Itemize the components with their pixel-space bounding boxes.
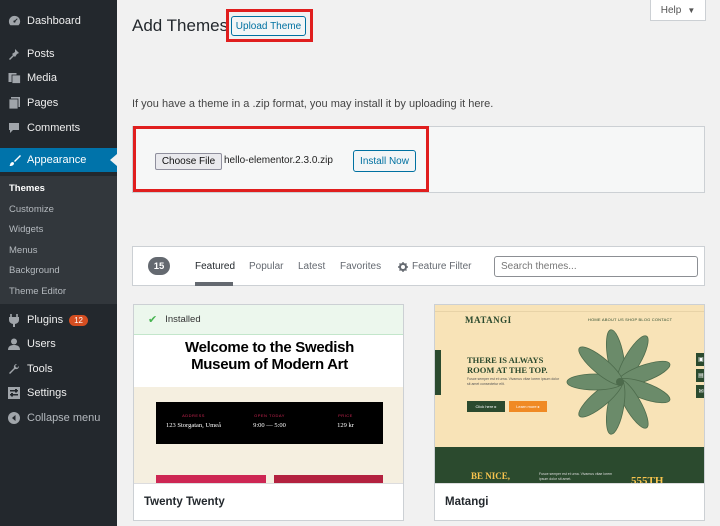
plant-illustration-icon [566, 329, 671, 435]
pages-icon [7, 96, 21, 110]
menu-appearance[interactable]: Appearance [0, 148, 117, 172]
theme-preview-heading: Welcome to the Swedish Museum of Modern … [134, 339, 403, 373]
menu-settings-label: Settings [27, 387, 67, 399]
active-tab-indicator [195, 282, 233, 286]
collapse-icon [7, 411, 21, 425]
preview-side-icon: ✉ [696, 385, 704, 398]
preview-info-label: ADDRESS [182, 413, 205, 418]
menu-dashboard-label: Dashboard [27, 15, 81, 27]
preview-button-primary: Click here ▸ [467, 401, 505, 412]
menu-dashboard[interactable]: Dashboard [0, 9, 117, 33]
comment-icon [7, 121, 21, 135]
gear-icon [398, 261, 408, 272]
preview-headline-line-2: ROOM AT THE TOP. [467, 365, 548, 375]
menu-media-label: Media [27, 72, 57, 84]
plugins-update-badge: 12 [69, 314, 88, 326]
preview-info-label: OPEN TODAY [254, 413, 285, 418]
selected-file-name: hello-elementor.2.3.0.zip [224, 155, 333, 166]
menu-users[interactable]: Users [0, 332, 117, 356]
tab-favorites[interactable]: Favorites [340, 261, 381, 272]
menu-comments-label: Comments [27, 122, 81, 134]
dashboard-icon [7, 14, 21, 28]
preview-info-label: PRICE [338, 413, 353, 418]
installed-label: Installed [165, 314, 201, 325]
feature-filter-button[interactable]: Feature Filter [398, 261, 471, 272]
menu-tools[interactable]: Tools [0, 357, 117, 381]
preview-subtext: Fusce semper est et urna. Vivamus vitae … [467, 377, 560, 386]
menu-media[interactable]: Media [0, 66, 117, 90]
installed-notice: ✔ Installed [134, 305, 403, 335]
collapse-menu-label: Collapse menu [27, 412, 101, 424]
upload-theme-button[interactable]: Upload Theme [231, 16, 306, 36]
help-label: Help [660, 4, 682, 16]
submenu-widgets[interactable]: Widgets [9, 224, 43, 235]
preview-side-icon: ▣ [696, 353, 704, 366]
pin-icon [7, 47, 21, 61]
preview-info-hours: OPEN TODAY 9:00 — 5:00 [232, 402, 307, 444]
menu-settings[interactable]: Settings [0, 381, 117, 405]
tab-latest[interactable]: Latest [298, 261, 325, 272]
submenu-themes[interactable]: Themes [9, 183, 45, 194]
preview-side-icon: ▤ [696, 369, 704, 382]
menu-plugins-label: Plugins [27, 314, 64, 326]
user-icon [7, 337, 21, 351]
preview-bottom-title: BE NICE, [471, 471, 511, 481]
preview-button-secondary: Learn more ▸ [509, 401, 547, 412]
submenu-theme-editor[interactable]: Theme Editor [9, 286, 66, 297]
theme-name: Matangi [435, 483, 704, 520]
menu-appearance-label: Appearance [27, 154, 87, 166]
wrench-icon [7, 362, 21, 376]
preview-info-value: 123 Storgatan, Umeå [166, 422, 221, 429]
appearance-submenu [0, 176, 117, 304]
preview-logo: MATANGI [465, 315, 512, 325]
menu-pages[interactable]: Pages [0, 91, 117, 115]
submenu-menus[interactable]: Menus [9, 245, 38, 256]
upload-instructions: If you have a theme in a .zip format, yo… [132, 98, 494, 110]
theme-count-badge: 15 [148, 257, 170, 275]
menu-posts-label: Posts [27, 48, 55, 60]
preview-social-bar [435, 350, 441, 395]
collapse-menu-button[interactable]: Collapse menu [0, 406, 117, 430]
preview-headline-line-1: THERE IS ALWAYS [467, 355, 544, 365]
submenu-customize[interactable]: Customize [9, 204, 54, 215]
submenu-background[interactable]: Background [9, 265, 60, 276]
menu-pages-label: Pages [27, 97, 59, 109]
preview-info-price: PRICE 129 kr [308, 402, 383, 444]
feature-filter-label: Feature Filter [412, 261, 472, 272]
admin-sidebar: Dashboard Posts Media Pages Comments App… [0, 0, 117, 526]
preview-info-value: 9:00 — 5:00 [253, 422, 286, 429]
media-icon [7, 71, 21, 85]
preview-info-value: 129 kr [337, 422, 354, 429]
help-tab-button[interactable]: Help ▼ [650, 0, 706, 21]
tab-featured[interactable]: Featured [195, 261, 235, 272]
theme-name: Twenty Twenty [134, 483, 403, 520]
plug-icon [7, 313, 21, 327]
menu-posts[interactable]: Posts [0, 42, 117, 66]
search-themes-input[interactable] [494, 256, 698, 277]
caret-down-icon: ▼ [687, 5, 696, 15]
preview-bottom-text: Fusce semper est et urna. Vivamus vitae … [539, 472, 613, 481]
checkmark-icon: ✔ [148, 314, 158, 326]
theme-preview-topbar [435, 305, 704, 312]
theme-card-matangi[interactable]: MATANGI HOME ABOUT US SHOP BLOG CONTACT … [434, 304, 705, 521]
theme-card-twenty-twenty[interactable]: ✔ Installed Welcome to the Swedish Museu… [133, 304, 404, 521]
menu-users-label: Users [27, 338, 56, 350]
preview-info-address: ADDRESS 123 Storgatan, Umeå [156, 402, 231, 444]
choose-file-button[interactable]: Choose File [155, 153, 222, 170]
menu-plugins[interactable]: Plugins 12 [0, 308, 117, 332]
brush-icon [7, 153, 21, 167]
preview-heading-line-2: Museum of Modern Art [191, 356, 348, 373]
preview-heading-line-1: Welcome to the Swedish [185, 339, 354, 356]
tab-popular[interactable]: Popular [249, 261, 283, 272]
settings-icon [7, 386, 21, 400]
page-title: Add Themes [132, 16, 229, 35]
menu-tools-label: Tools [27, 363, 53, 375]
preview-nav: HOME ABOUT US SHOP BLOG CONTACT [588, 317, 673, 322]
menu-comments[interactable]: Comments [0, 116, 117, 140]
install-now-button[interactable]: Install Now [353, 150, 416, 172]
